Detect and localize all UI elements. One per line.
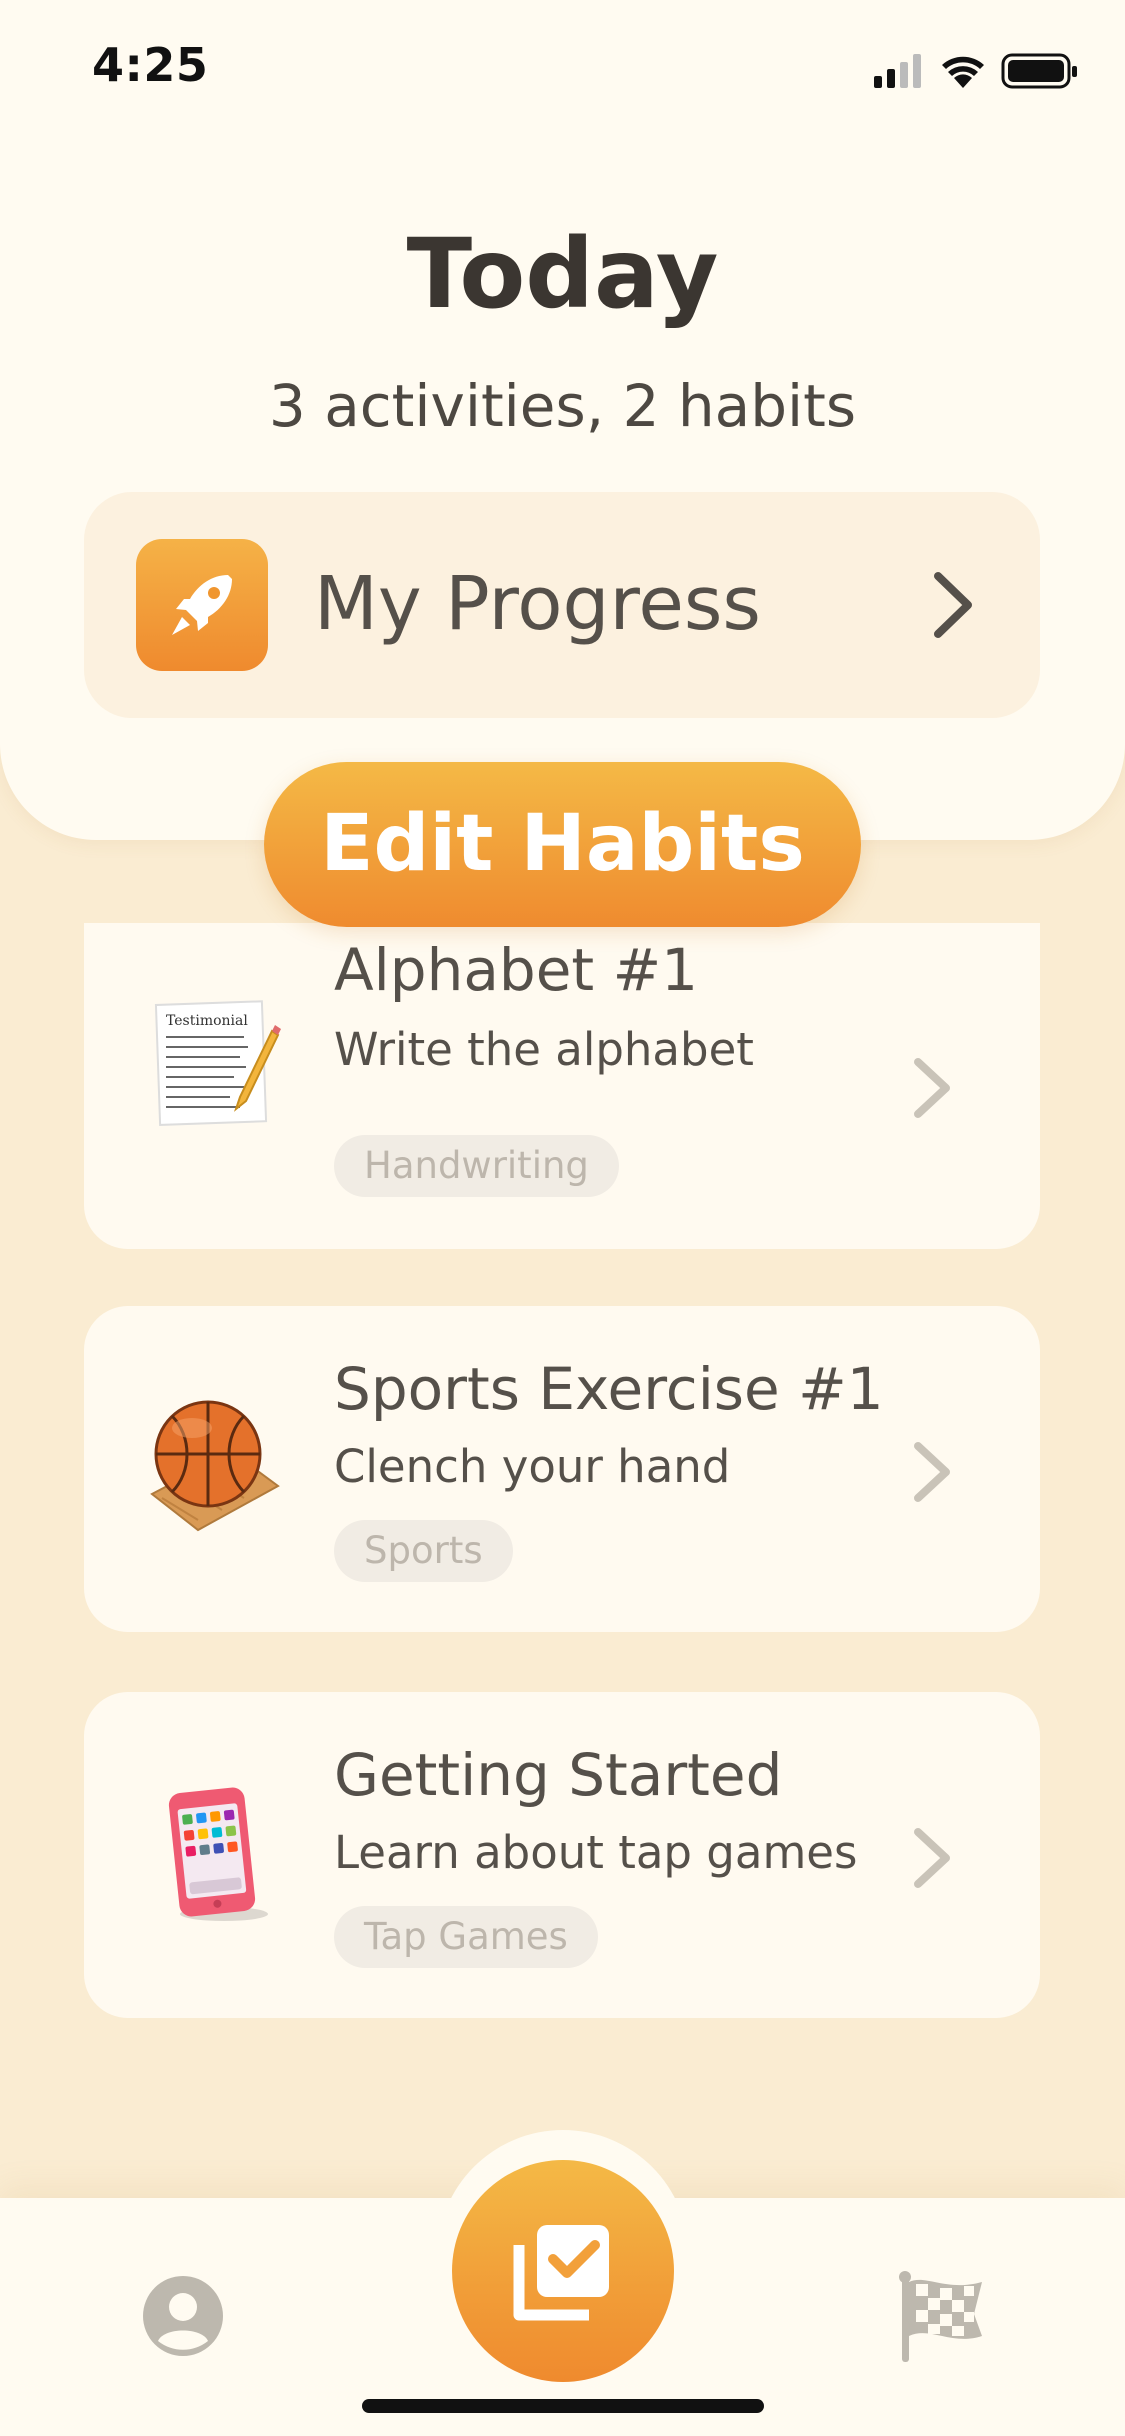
checklist-icon: [513, 2225, 609, 2321]
page-subtitle: 3 activities, 2 habits: [268, 372, 857, 440]
activity-card-alphabet[interactable]: Testimonial Alphabet #1 Write the alphab…: [84, 923, 1040, 1249]
profile-icon[interactable]: [142, 2275, 224, 2357]
activity-card-getting-started[interactable]: Getting Started Learn about tap games Ta…: [84, 1692, 1040, 2018]
tab-today[interactable]: [452, 2160, 674, 2382]
activity-tag: Tap Games: [334, 1906, 598, 1968]
chevron-right-icon: [914, 1058, 950, 1118]
phone-icon: [168, 1787, 268, 1921]
my-progress-button[interactable]: My Progress: [84, 492, 1040, 718]
activity-description: Write the alphabet: [334, 1023, 754, 1076]
flag-icon[interactable]: [896, 2270, 986, 2365]
chevron-right-icon: [914, 1828, 950, 1888]
svg-text:Testimonial: Testimonial: [166, 1013, 248, 1029]
wifi-icon: [942, 56, 984, 88]
activity-tag: Handwriting: [334, 1135, 619, 1197]
status-icons: [874, 53, 1077, 89]
header-card: 4:25 Today 3 activities, 2 habits My Pro…: [0, 0, 1125, 840]
cellular-signal-icon: [874, 54, 921, 88]
my-progress-label: My Progress: [314, 561, 761, 647]
home-indicator: [362, 2399, 764, 2413]
activity-card-sports-exercise[interactable]: Sports Exercise #1 Clench your hand Spor…: [84, 1306, 1040, 1632]
today-screen: 4:25 Today 3 activities, 2 habits My Pro…: [0, 0, 1125, 2436]
activity-title: Getting Started: [334, 1741, 783, 1809]
rocket-icon: [136, 539, 268, 671]
activity-title: Alphabet #1: [334, 936, 699, 1004]
activity-description: Learn about tap games: [334, 1826, 858, 1879]
edit-habits-button[interactable]: Edit Habits: [264, 762, 861, 927]
notepad-icon: Testimonial: [154, 1000, 281, 1126]
status-time: 4:25: [92, 38, 209, 92]
battery-icon: [1001, 53, 1077, 89]
chevron-right-icon: [934, 572, 972, 638]
basketball-icon: [150, 1400, 280, 1532]
activity-title: Sports Exercise #1: [334, 1355, 884, 1423]
activity-description: Clench your hand: [334, 1440, 731, 1493]
chevron-right-icon: [914, 1442, 950, 1502]
activity-tag: Sports: [334, 1520, 513, 1582]
page-title: Today: [406, 218, 719, 330]
